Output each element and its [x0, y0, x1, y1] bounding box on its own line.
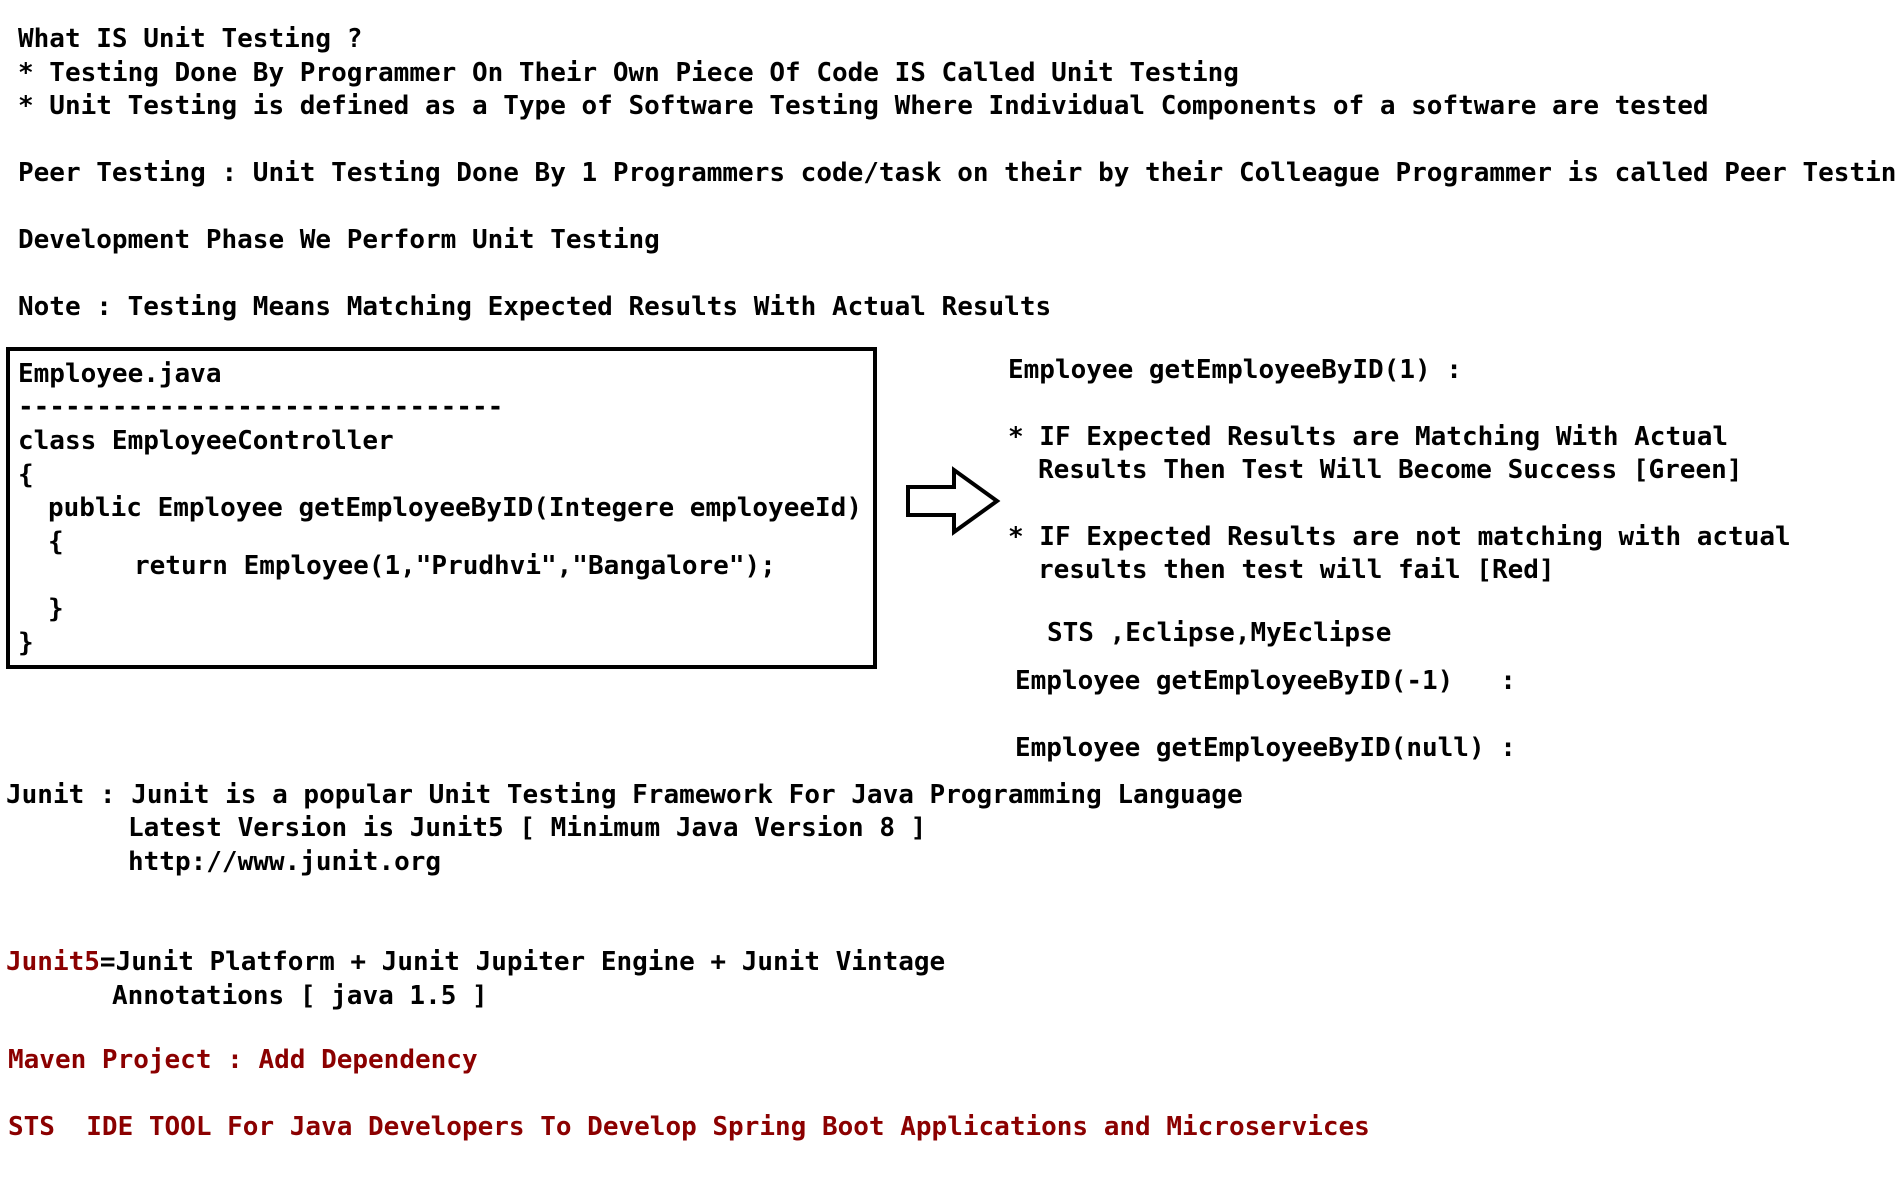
- call-get-employee-1: Employee getEmployeeByID(1) :: [1008, 355, 1462, 385]
- annotations-text: Annotations [ java 1.5 ]: [112, 981, 488, 1011]
- fail-line-1: * IF Expected Results are not matching w…: [1008, 522, 1791, 552]
- code-method-open: {: [48, 527, 64, 557]
- junit-definition: Junit : Junit is a popular Unit Testing …: [6, 780, 1243, 810]
- development-phase-text: Development Phase We Perform Unit Testin…: [18, 225, 660, 255]
- fail-line-2: results then test will fail [Red]: [1038, 555, 1555, 585]
- note-text: Note : Testing Means Matching Expected R…: [18, 292, 1052, 322]
- intro-bullet-1: * Testing Done By Programmer On Their Ow…: [18, 58, 1239, 88]
- code-method-close: }: [48, 594, 64, 624]
- junit-url: http://www.junit.org: [128, 847, 442, 877]
- junit5-label: Junit5: [6, 947, 100, 977]
- intro-title: What IS Unit Testing ?: [18, 24, 363, 54]
- peer-testing-definition: Peer Testing : Unit Testing Done By 1 Pr…: [18, 158, 1896, 188]
- ide-list: STS ,Eclipse,MyEclipse: [1047, 618, 1392, 648]
- code-separator: -------------------------------: [18, 392, 504, 422]
- code-class-line: class EmployeeController: [18, 426, 394, 456]
- code-method-line: public Employee getEmployeeByID(Integere…: [48, 493, 862, 523]
- junit-latest-version: Latest Version is Junit5 [ Minimum Java …: [128, 813, 927, 843]
- junit5-components: =Junit Platform + Junit Jupiter Engine +…: [99, 947, 946, 977]
- right-arrow-icon: [906, 466, 1001, 536]
- success-line-2: Results Then Test Will Become Success [G…: [1038, 455, 1743, 485]
- code-close-brace: }: [18, 628, 34, 658]
- junit5-composition: Junit5=Junit Platform + Junit Jupiter En…: [6, 949, 945, 975]
- code-open-brace: {: [18, 460, 34, 490]
- success-line-1: * IF Expected Results are Matching With …: [1008, 422, 1729, 452]
- intro-bullet-2: * Unit Testing is defined as a Type of S…: [18, 91, 1709, 121]
- call-get-employee-null: Employee getEmployeeByID(null) :: [1015, 733, 1516, 763]
- call-get-employee-negative: Employee getEmployeeByID(-1) :: [1015, 666, 1516, 696]
- code-filename: Employee.java: [18, 359, 222, 389]
- maven-project-text: Maven Project : Add Dependency: [8, 1045, 478, 1075]
- sts-ide-text: STS IDE TOOL For Java Developers To Deve…: [8, 1112, 1370, 1142]
- code-return-line: return Employee(1,"Prudhvi","Bangalore")…: [134, 551, 776, 581]
